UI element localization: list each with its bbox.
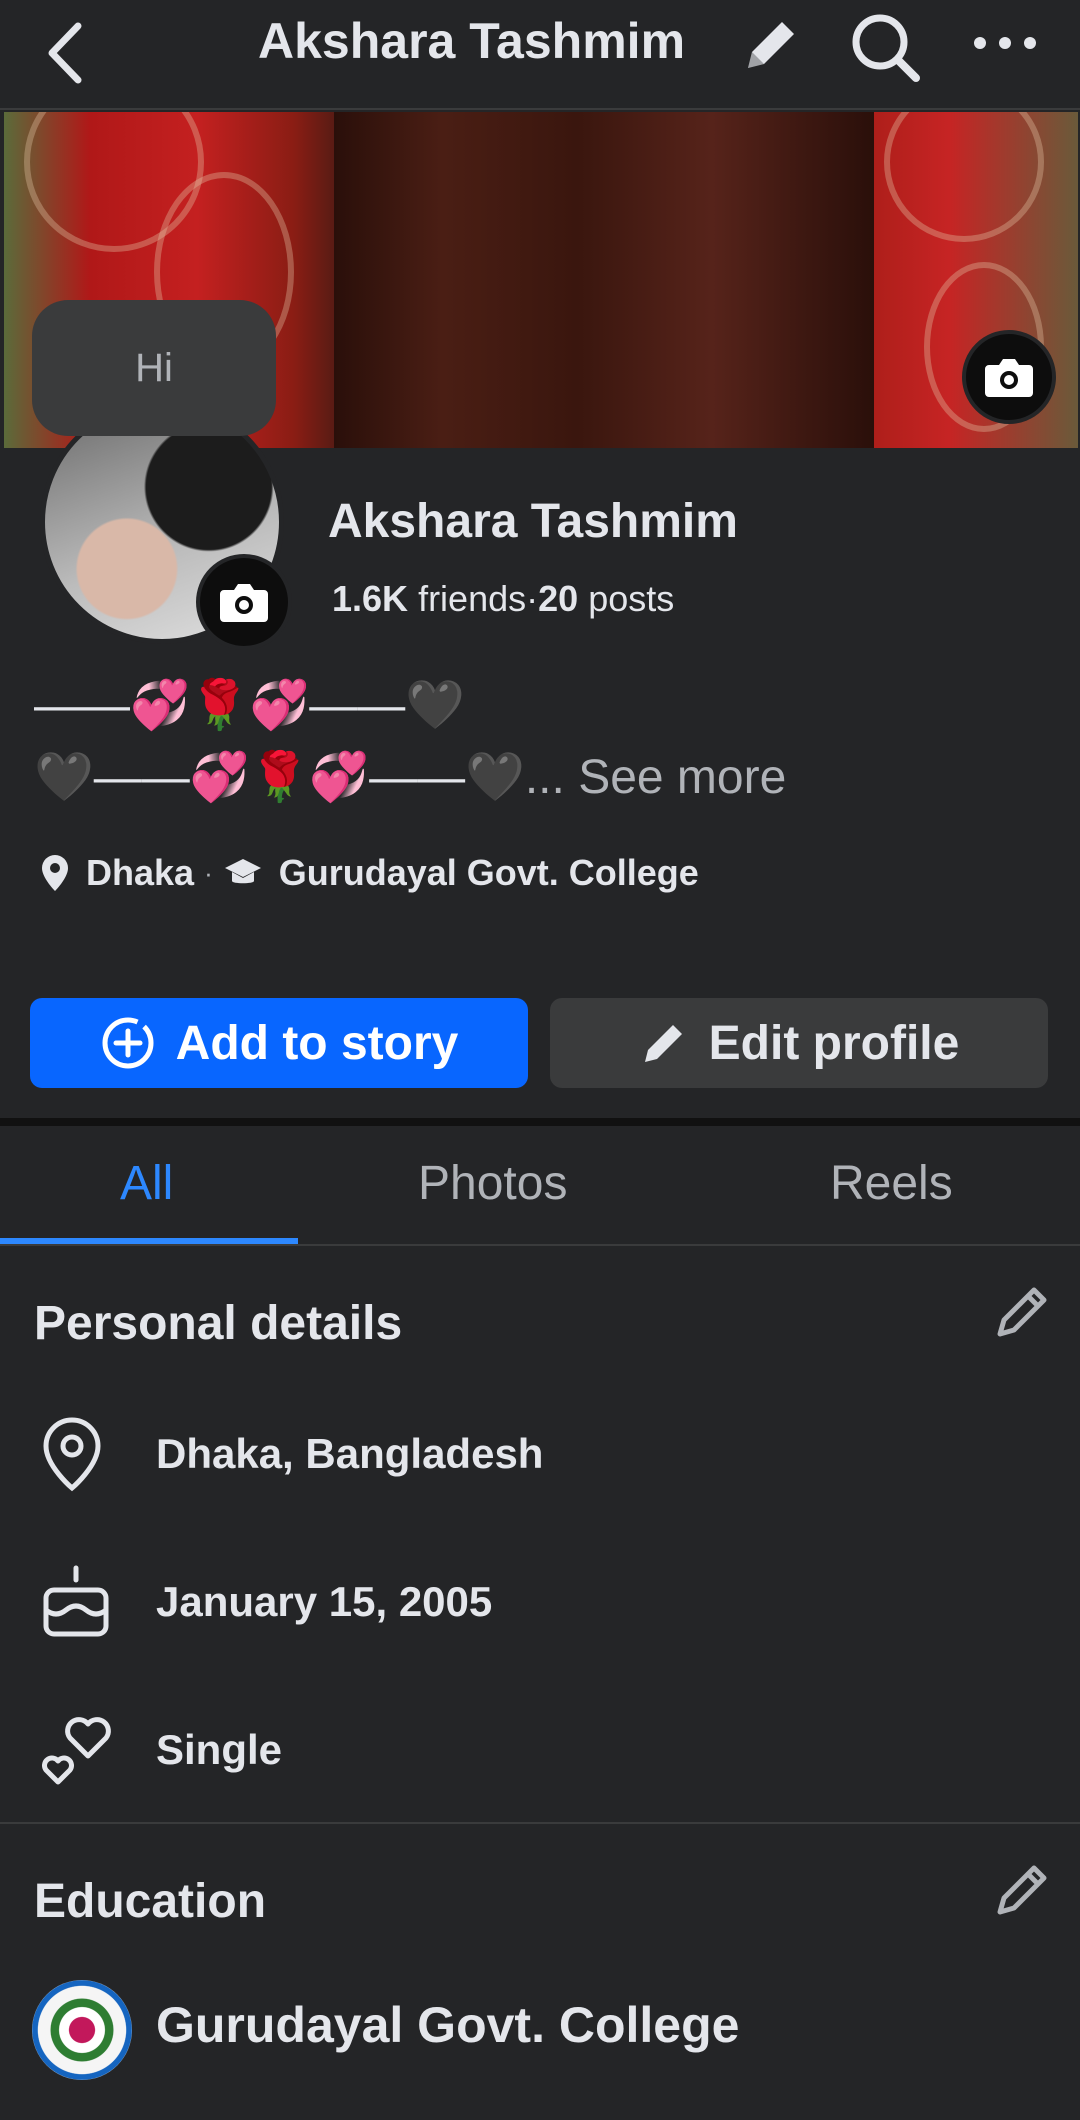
graduation-cap-icon — [224, 859, 261, 884]
cover-pattern — [884, 112, 1044, 242]
friends-label: friends — [418, 578, 527, 619]
camera-icon — [985, 359, 1033, 397]
posts-count: 20 — [538, 578, 579, 619]
add-to-story-label: Add to story — [175, 1016, 459, 1070]
top-bar: Akshara Tashmim — [0, 0, 1080, 110]
add-to-story-button[interactable]: Add to story — [30, 998, 528, 1088]
tab-reels[interactable]: Reels — [830, 1156, 953, 1211]
tab-photos[interactable]: Photos — [418, 1156, 567, 1211]
header-title: Akshara Tashmim — [258, 13, 686, 69]
edit-profile-label: Edit profile — [708, 1016, 960, 1070]
stats-separator: · — [526, 578, 539, 619]
avatar-camera-button[interactable] — [196, 554, 292, 650]
see-more-link[interactable]: See more — [578, 751, 786, 804]
cover-camera-button[interactable] — [962, 330, 1056, 424]
add-circle-icon — [102, 1017, 154, 1069]
section-divider — [0, 1118, 1080, 1126]
posts-label: posts — [588, 578, 675, 619]
bio: ——💞🌹💞——🖤 🖤——💞🌹💞——🖤... See more — [34, 670, 1054, 814]
hearts-icon — [42, 1717, 111, 1785]
section-divider — [0, 1822, 1080, 1824]
note-bubble[interactable]: Hi — [32, 300, 276, 436]
birthday-cake-icon — [43, 1565, 109, 1637]
education-school[interactable]: Gurudayal Govt. College — [156, 1996, 739, 2054]
edit-profile-button[interactable]: Edit profile — [550, 998, 1048, 1088]
pencil-icon[interactable] — [734, 10, 806, 82]
tab-all[interactable]: All — [120, 1156, 173, 1211]
bio-line: ——💞🌹💞——🖤 — [34, 679, 466, 732]
detail-birthday: January 15, 2005 — [40, 1562, 492, 1642]
search-icon[interactable] — [846, 8, 926, 88]
meta-education: Gurudayal Govt. College — [278, 852, 699, 893]
friends-count: 1.6K — [332, 578, 409, 619]
location-pin-icon — [43, 1417, 101, 1492]
profile-meta: Dhaka · Gurudayal Govt. College — [40, 852, 699, 894]
edit-education-icon[interactable] — [990, 1858, 1054, 1922]
detail-relationship-text: Single — [156, 1726, 283, 1773]
edit-personal-details-icon[interactable] — [990, 1280, 1054, 1344]
camera-icon — [220, 584, 268, 622]
college-logo[interactable] — [32, 1980, 132, 2080]
education-title: Education — [34, 1875, 267, 1928]
more-icon[interactable] — [970, 18, 1040, 68]
bio-line: 🖤——💞🌹💞——🖤 — [34, 751, 525, 804]
back-arrow-icon[interactable] — [40, 18, 100, 88]
profile-stats[interactable]: 1.6K friends·20 posts — [332, 578, 674, 620]
detail-location: Dhaka, Bangladesh — [40, 1414, 543, 1494]
personal-details-title: Personal details — [34, 1297, 403, 1350]
detail-birthday-text: January 15, 2005 — [156, 1578, 493, 1625]
meta-separator: · — [204, 857, 213, 888]
cover-hair — [334, 112, 874, 448]
note-text: Hi — [135, 345, 173, 390]
detail-location-text: Dhaka, Bangladesh — [156, 1430, 544, 1477]
profile-tabs: All Photos Reels — [0, 1126, 1080, 1246]
meta-location: Dhaka — [86, 852, 195, 893]
pencil-icon — [644, 1025, 682, 1062]
detail-relationship: Single — [40, 1710, 282, 1790]
profile-name: Akshara Tashmim — [328, 495, 738, 548]
bio-line-2: 🖤——💞🌹💞——🖤... See more — [34, 742, 1054, 814]
bio-ellipsis: ... — [524, 751, 565, 804]
active-tab-indicator — [0, 1238, 298, 1244]
location-pin-icon — [42, 855, 68, 891]
